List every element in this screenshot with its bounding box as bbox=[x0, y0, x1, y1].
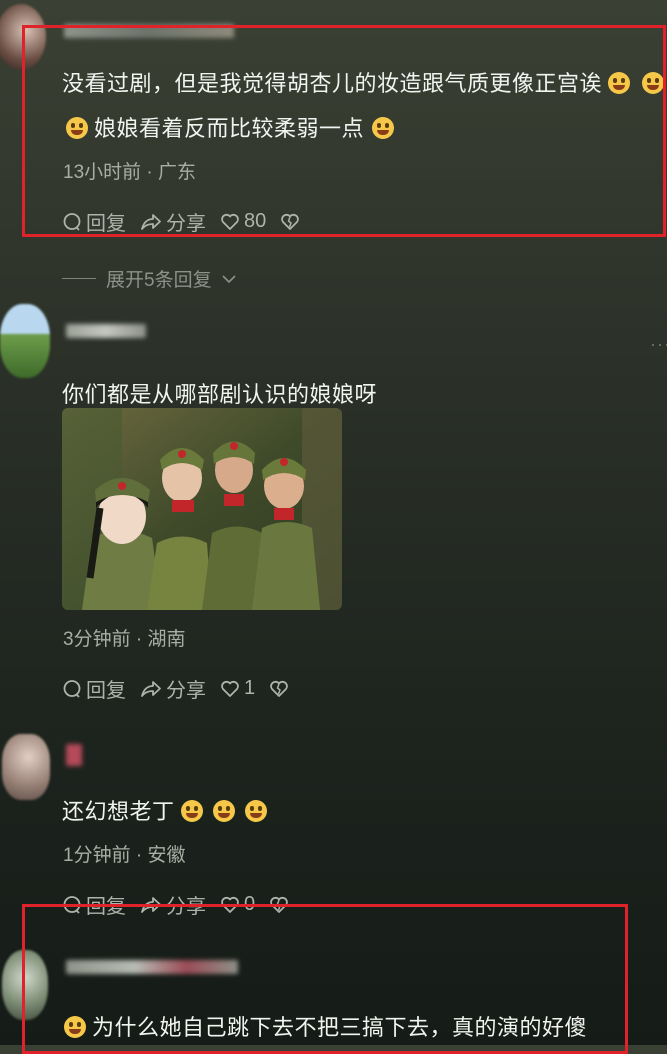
like-button[interactable]: 1 bbox=[220, 677, 255, 700]
expand-replies-label: 展开5条回复 bbox=[106, 270, 212, 291]
comment-meta: 1分钟前 · 安徽 bbox=[63, 845, 186, 866]
reply-label: 回复 bbox=[86, 680, 126, 702]
share-button[interactable]: 分享 bbox=[140, 674, 206, 703]
like-count: 1 bbox=[244, 677, 256, 699]
username-blurred[interactable] bbox=[66, 744, 82, 766]
avatar[interactable] bbox=[2, 734, 50, 800]
comment-actions: 回复 分享 1 bbox=[62, 674, 289, 703]
comment-text: 还幻想老丁 bbox=[62, 794, 267, 826]
chevron-down-icon bbox=[222, 274, 236, 283]
username-blurred[interactable] bbox=[66, 324, 146, 338]
broken-heart-icon bbox=[270, 680, 288, 697]
more-options-icon[interactable]: ··· bbox=[650, 334, 667, 355]
highlight-box bbox=[22, 904, 628, 1054]
comment-text-body: 还幻想老丁 bbox=[62, 799, 175, 824]
rofl-emoji-icon bbox=[180, 800, 203, 822]
dislike-button[interactable] bbox=[269, 679, 289, 699]
heart-icon bbox=[221, 680, 239, 697]
share-label: 分享 bbox=[166, 680, 206, 702]
comment-image[interactable] bbox=[62, 408, 342, 610]
share-arrow-icon bbox=[141, 680, 161, 697]
rofl-emoji-icon bbox=[244, 800, 267, 822]
expand-replies[interactable]: 展开5条回复 bbox=[62, 265, 236, 292]
avatar[interactable] bbox=[0, 304, 50, 378]
divider-line bbox=[62, 278, 96, 279]
rofl-emoji-icon bbox=[212, 800, 235, 822]
highlight-box bbox=[22, 25, 666, 237]
comment-text: 你们都是从哪部剧认识的娘娘呀 bbox=[62, 382, 378, 407]
reply-button[interactable]: 回复 bbox=[62, 674, 126, 703]
comment-bubble-icon bbox=[63, 679, 81, 698]
comment-meta: 3分钟前 · 湖南 bbox=[63, 629, 186, 650]
